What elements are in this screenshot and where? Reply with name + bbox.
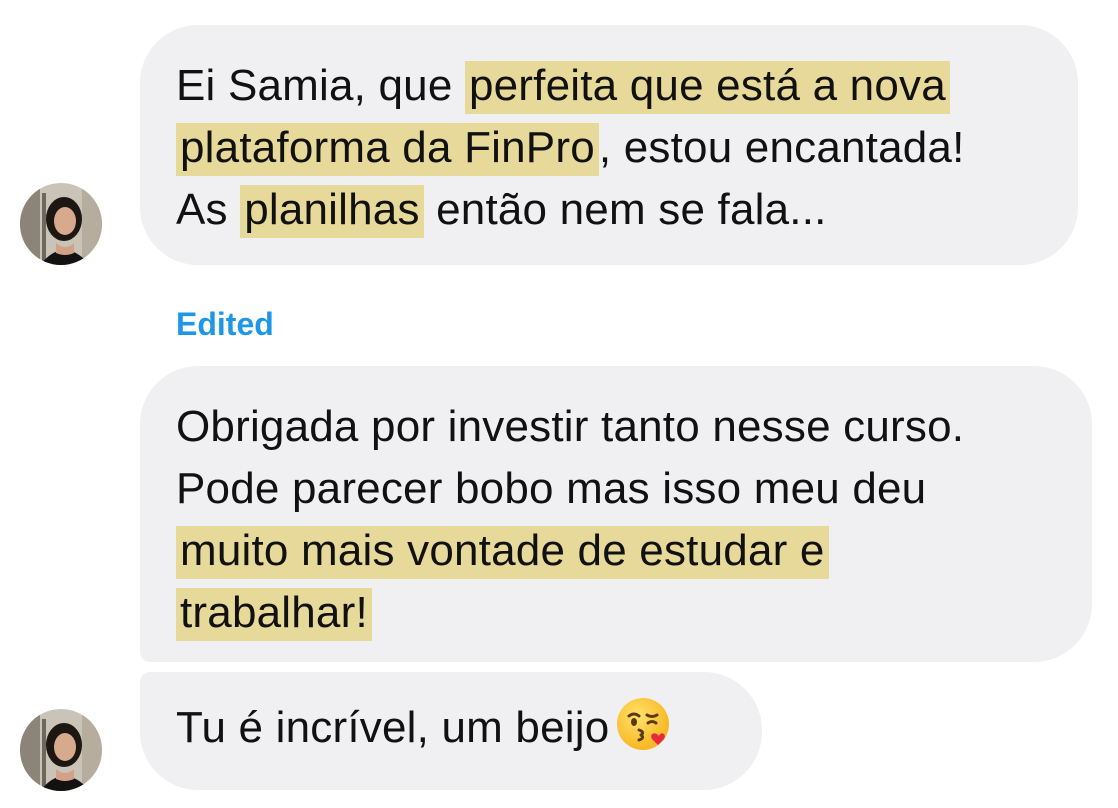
avatar[interactable] (20, 183, 102, 265)
avatar[interactable] (20, 709, 102, 791)
message-bubble-2[interactable]: Obrigada por investir tanto nesse curso.… (140, 366, 1092, 662)
highlighted-text: perfeita que está a nova (464, 61, 950, 114)
message-bubble-1[interactable]: Ei Samia, que perfeita que está a nova p… (140, 25, 1078, 265)
face-blowing-kiss-icon (615, 696, 671, 769)
profile-photo-icon (20, 183, 102, 265)
message-text: Ei Samia, que perfeita que está a nova p… (176, 55, 1078, 241)
message-text: Tu é incrível, um beijo (176, 696, 762, 769)
highlighted-text: planilhas (240, 185, 424, 238)
edited-label[interactable]: Edited (176, 306, 274, 343)
message-bubble-3[interactable]: Tu é incrível, um beijo (140, 672, 762, 790)
profile-photo-icon (20, 709, 102, 791)
highlighted-text: plataforma da FinPro (176, 123, 599, 176)
highlighted-text: trabalhar! (176, 588, 372, 641)
highlighted-text: muito mais vontade de estudar e (176, 526, 829, 579)
message-text: Obrigada por investir tanto nesse curso.… (176, 396, 1092, 644)
